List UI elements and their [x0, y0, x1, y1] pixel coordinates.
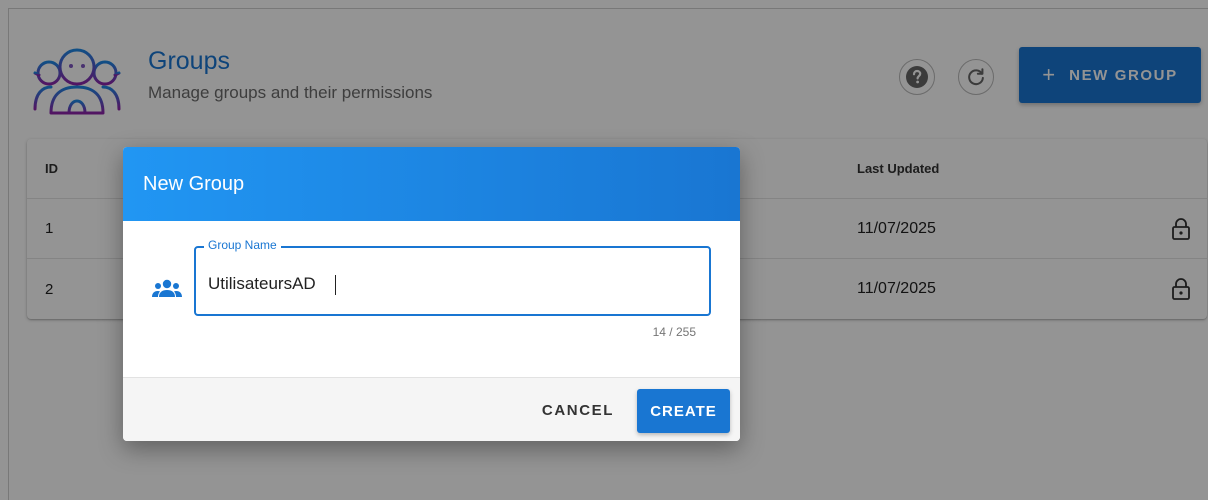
dialog-title: New Group: [143, 172, 245, 195]
group-name-field[interactable]: Group Name: [194, 238, 711, 316]
char-counter: 14 / 255: [652, 325, 696, 339]
dialog-header: New Group: [123, 147, 740, 221]
create-button[interactable]: CREATE: [637, 389, 730, 433]
dialog-body: Group Name 14 / 255: [123, 221, 740, 377]
users-icon: [152, 279, 182, 297]
group-name-input[interactable]: [208, 272, 688, 296]
new-group-dialog: New Group Group Name 14 / 255 CANCEL CRE…: [123, 147, 740, 441]
text-caret: [335, 275, 336, 295]
dialog-actions: CANCEL CREATE: [123, 377, 740, 441]
cancel-button[interactable]: CANCEL: [534, 390, 622, 430]
group-name-label: Group Name: [204, 238, 281, 252]
